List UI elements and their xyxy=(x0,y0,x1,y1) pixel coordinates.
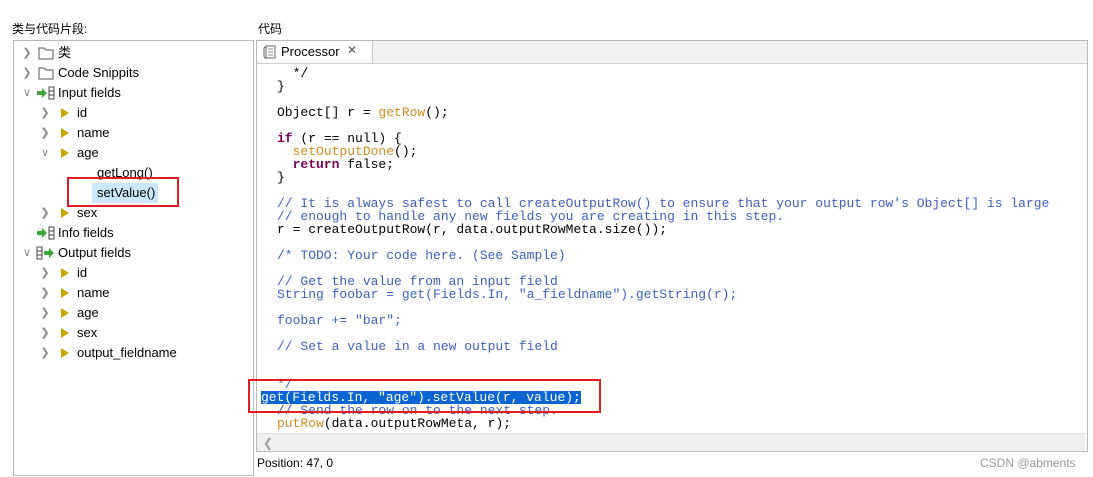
tree-item-output-fields[interactable]: ∨ Output fields xyxy=(14,243,251,263)
tree-item-label: sex xyxy=(77,325,98,340)
tree-item-label: 类 xyxy=(58,45,72,60)
tree-item-input-age[interactable]: ∨ age xyxy=(14,143,251,163)
code-line: return false; xyxy=(277,158,394,171)
info-fields-icon xyxy=(37,226,55,240)
chevron-right-icon[interactable]: ❯ xyxy=(40,343,50,363)
tree-item-label: Code Snippits xyxy=(58,65,139,80)
tree-item-label: age xyxy=(77,305,99,320)
code-comment: /* TODO: Your code here. (See Sample) xyxy=(277,248,566,263)
field-icon xyxy=(61,328,69,338)
code-token: Object[] r = xyxy=(277,105,379,120)
tree-item-label: Info fields xyxy=(58,225,114,240)
field-icon xyxy=(61,288,69,298)
editor-tabbar: Processor ✕ xyxy=(257,41,1087,64)
code-area[interactable]: */ } Object[] r = getRow(); if (r == nul… xyxy=(257,63,1085,433)
field-icon xyxy=(61,108,69,118)
code-line: } xyxy=(277,170,285,185)
code-token: putRow xyxy=(277,416,324,431)
class-tree[interactable]: ❯ 类 ❯ Code Snippits ∨ Input fields ❯ id … xyxy=(13,40,254,476)
code-comment: foobar += "bar"; xyxy=(277,313,402,328)
field-icon xyxy=(61,128,69,138)
chevron-right-icon[interactable]: ❯ xyxy=(40,323,50,343)
folder-icon xyxy=(38,47,54,60)
tree-item-label: output_fieldname xyxy=(77,345,177,360)
tree-item-label: id xyxy=(77,265,88,280)
scroll-left-icon[interactable]: ❮ xyxy=(263,436,273,450)
tree-item-label: Input fields xyxy=(58,85,121,100)
chevron-down-icon[interactable]: ∨ xyxy=(40,143,50,163)
code-label: 代码 xyxy=(258,22,283,36)
field-icon xyxy=(61,308,69,318)
code-line: r = createOutputRow(r, data.outputRowMet… xyxy=(277,222,668,237)
status-position: Position: 47, 0 xyxy=(257,456,334,470)
script-icon xyxy=(263,45,276,59)
tree-item-output-age[interactable]: ❯ age xyxy=(14,303,251,323)
code-token: (); xyxy=(394,144,418,159)
tab-label: Processor xyxy=(281,44,340,59)
tree-item-info-fields[interactable]: Info fields xyxy=(14,223,251,243)
code-token: getRow xyxy=(378,105,426,120)
field-icon xyxy=(61,268,69,278)
tree-item-label: name xyxy=(77,285,110,300)
tree-item-output-fieldname[interactable]: ❯ output_fieldname xyxy=(14,343,251,363)
tree-item-classes[interactable]: ❯ 类 xyxy=(14,43,251,63)
tree-item-output-sex[interactable]: ❯ sex xyxy=(14,323,251,343)
tree-item-label: age xyxy=(77,145,99,160)
chevron-right-icon[interactable]: ❯ xyxy=(40,303,50,323)
code-token: return xyxy=(292,157,340,172)
code-token: false; xyxy=(339,157,395,172)
tab-processor[interactable]: Processor ✕ xyxy=(257,41,373,63)
code-token: (data.outputRowMeta, r); xyxy=(323,416,512,431)
code-token: (); xyxy=(425,105,449,120)
code-comment: // Set a value in a new output field xyxy=(277,339,558,354)
horizontal-scrollbar[interactable]: ❮ xyxy=(257,433,1085,451)
tree-item-output-name[interactable]: ❯ name xyxy=(14,283,251,303)
chevron-right-icon[interactable]: ❯ xyxy=(40,263,50,283)
code-line: } xyxy=(277,79,285,94)
classes-and-snippets-label: 类与代码片段: xyxy=(12,22,88,36)
input-fields-icon xyxy=(37,86,55,100)
chevron-right-icon[interactable]: ❯ xyxy=(22,43,32,63)
tree-item-output-id[interactable]: ❯ id xyxy=(14,263,251,283)
close-icon[interactable]: ✕ xyxy=(347,43,357,57)
tree-item-input-id[interactable]: ❯ id xyxy=(14,103,251,123)
field-icon xyxy=(61,148,69,158)
annotation-box-setvalue xyxy=(67,177,179,207)
tree-item-code-snippits[interactable]: ❯ Code Snippits xyxy=(14,63,251,83)
tree-item-label: name xyxy=(77,125,110,140)
folder-icon xyxy=(38,67,54,80)
field-icon xyxy=(61,348,69,358)
chevron-right-icon[interactable]: ❯ xyxy=(40,103,50,123)
code-line: putRow(data.outputRowMeta, r); xyxy=(277,417,511,430)
code-comment: String foobar = get(Fields.In, "a_fieldn… xyxy=(277,287,738,302)
tree-item-input-name[interactable]: ❯ name xyxy=(14,123,251,143)
annotation-box-code xyxy=(248,379,601,413)
chevron-right-icon[interactable]: ❯ xyxy=(22,63,32,83)
chevron-down-icon[interactable]: ∨ xyxy=(22,83,32,103)
watermark: CSDN @abments xyxy=(980,456,1076,470)
code-line: Object[] r = getRow(); xyxy=(277,106,449,119)
chevron-right-icon[interactable]: ❯ xyxy=(40,283,50,303)
chevron-right-icon[interactable]: ❯ xyxy=(40,123,50,143)
tree-item-input-fields[interactable]: ∨ Input fields xyxy=(14,83,251,103)
chevron-down-icon[interactable]: ∨ xyxy=(22,243,32,263)
output-fields-icon xyxy=(36,246,54,260)
chevron-right-icon[interactable]: ❯ xyxy=(40,203,50,223)
field-icon xyxy=(61,208,69,218)
tree-item-label: Output fields xyxy=(58,245,131,260)
tree-item-label: id xyxy=(77,105,88,120)
